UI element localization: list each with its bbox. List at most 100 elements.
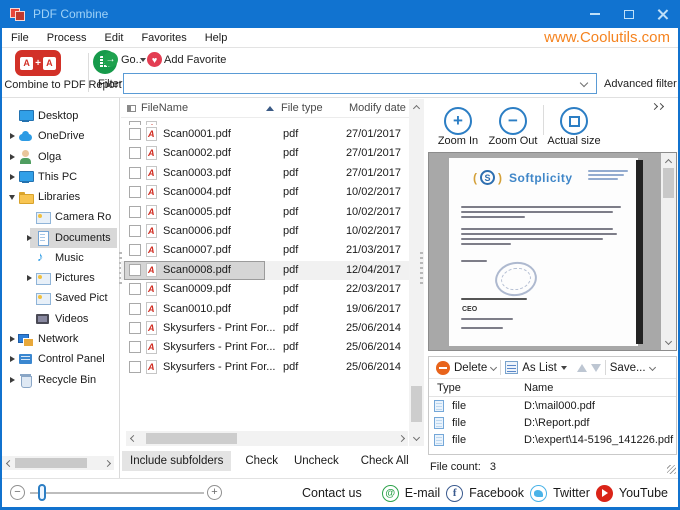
row-checkbox[interactable] [129,206,141,218]
row-checkbox[interactable] [129,244,141,256]
contact-us-link[interactable]: Contact us [302,486,362,500]
facebook-link[interactable]: Facebook [469,486,524,500]
expand-icon[interactable] [6,133,18,139]
file-row[interactable]: Scan0005.pdfpdf10/02/2017 [121,203,409,222]
file-row[interactable]: Skysurfers - Print For...pdf25/06/2014 [121,319,409,338]
collapse-icon[interactable] [6,195,18,200]
file-row[interactable]: Scan0002.pdfpdf27/01/2017 [121,144,409,163]
resize-grip[interactable] [667,465,676,474]
zoom-out-button[interactable]: − [499,107,527,135]
zoom-minus-button[interactable]: − [10,485,25,500]
zoom-in-button[interactable]: + [444,107,472,135]
row-checkbox[interactable] [129,186,141,198]
sidebar-item-this-pc[interactable]: This PC [2,167,119,187]
file-row[interactable]: Scan0006.pdfpdf10/02/2017 [121,222,409,241]
facebook-icon[interactable]: f [446,485,463,502]
file-row[interactable]: Skysurfers - Print For...pdf25/06/2014 [121,338,409,357]
scroll-down-icon[interactable] [409,430,423,444]
row-checkbox[interactable] [129,225,141,237]
row-checkbox[interactable] [129,167,141,179]
file-row[interactable]: Skysurfers - Print For...pdf25/06/2014 [121,358,409,377]
go-dropdown-icon[interactable] [140,58,146,62]
zoom-slider-track[interactable] [30,492,204,494]
expand-icon[interactable] [6,336,18,342]
maximize-button[interactable] [612,0,646,28]
column-file-type[interactable]: File type [281,102,323,114]
row-checkbox[interactable] [129,264,141,276]
advanced-filter-button[interactable]: Advanced filter [604,78,680,90]
zoom-slider-thumb[interactable] [38,484,46,501]
file-row[interactable]: Scan0003.pdfpdf27/01/2017 [121,164,409,183]
expand-panel-icon[interactable] [652,104,663,109]
sidebar-item-olga[interactable]: Olga [2,147,119,167]
sidebar-item-videos[interactable]: Videos [2,309,119,329]
scroll-up-icon[interactable] [409,101,423,115]
menu-process[interactable]: Process [38,28,96,48]
sidebar-item-onedrive[interactable]: OneDrive [2,126,119,146]
column-filename[interactable]: FileName [141,102,188,114]
zoom-plus-button[interactable]: + [207,485,222,500]
sidebar-item-documents[interactable]: Documents [2,228,119,248]
menu-file[interactable]: File [2,28,38,48]
save-button[interactable]: Save... [610,362,646,374]
scroll-right-icon[interactable] [394,431,408,445]
preview-scrollbar-thumb[interactable] [663,168,674,198]
as-list-button[interactable]: As List [522,362,557,374]
filter-input[interactable] [123,73,597,94]
sidebar-item-saved-pictures[interactable]: Saved Pict [2,288,119,308]
expand-icon[interactable] [6,174,18,180]
scroll-down-icon[interactable] [661,334,675,348]
actual-size-button[interactable] [560,107,588,135]
minimize-button[interactable] [578,0,612,28]
twitter-link[interactable]: Twitter [553,486,590,500]
sidebar-item-camera-roll[interactable]: Camera Ro [2,207,119,227]
vertical-scrollbar-thumb[interactable] [411,386,422,422]
scroll-left-icon[interactable] [2,456,16,470]
uncheck-button[interactable]: Uncheck [286,451,347,471]
email-icon[interactable]: @ [382,485,399,502]
file-row-selected[interactable]: Scan0008.pdfpdf12/04/2017 [121,261,409,280]
sidebar-item-network[interactable]: Network [2,329,119,349]
menu-edit[interactable]: Edit [95,28,132,48]
output-row[interactable]: fileD:\mail000.pdf [429,398,676,415]
row-checkbox[interactable] [129,322,141,334]
move-down-icon[interactable] [591,364,601,372]
column-modify-date[interactable]: Modify date [349,102,406,114]
add-favorite-button[interactable]: Add Favorite [164,54,244,66]
expand-icon[interactable] [6,377,18,383]
delete-dropdown-icon[interactable] [490,364,497,371]
row-checkbox[interactable] [129,361,141,373]
row-checkbox[interactable] [129,341,141,353]
row-checkbox[interactable] [129,283,141,295]
sidebar-item-libraries[interactable]: Libraries [2,187,119,207]
twitter-icon[interactable] [530,485,547,502]
include-subfolders-button[interactable]: Include subfolders [122,451,231,471]
move-up-icon[interactable] [577,364,587,372]
sidebar-item-recycle-bin[interactable]: Recycle Bin [2,370,119,390]
pin-icon[interactable] [127,105,136,112]
go-icon[interactable]: → [103,52,118,67]
sidebar-item-music[interactable]: Music [2,248,119,268]
youtube-icon[interactable] [596,485,613,502]
save-dropdown-icon[interactable] [649,364,656,371]
expand-icon[interactable] [23,235,35,241]
combine-to-pdf-icon[interactable]: A+A [15,50,61,76]
delete-icon[interactable] [436,361,450,375]
output-row[interactable]: fileD:\expert\14-5196_141226.pdf [429,432,676,449]
file-row[interactable]: Scan0004.pdfpdf10/02/2017 [121,183,409,202]
expand-icon[interactable] [6,356,18,362]
as-list-icon[interactable] [505,361,518,374]
column-type[interactable]: Type [437,382,461,394]
scroll-right-icon[interactable] [100,456,114,470]
coolutils-link[interactable]: www.Coolutils.com [544,28,670,48]
scroll-left-icon[interactable] [126,431,140,445]
file-row[interactable]: Scan0001.pdfpdf27/01/2017 [121,125,409,144]
sidebar-item-control-panel[interactable]: Control Panel [2,349,119,369]
menu-help[interactable]: Help [196,28,237,48]
preview-splitter[interactable] [420,252,423,286]
row-checkbox[interactable] [129,303,141,315]
close-button[interactable] [646,0,680,28]
expand-icon[interactable] [23,275,35,281]
menu-favorites[interactable]: Favorites [132,28,195,48]
file-row[interactable]: Scan0007.pdfpdf21/03/2017 [121,241,409,260]
